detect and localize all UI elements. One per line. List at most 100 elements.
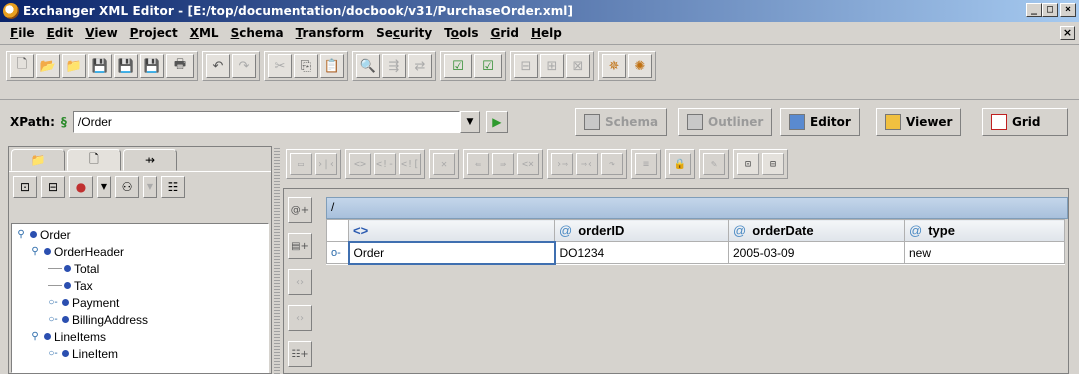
save-icon[interactable]: 💾	[88, 54, 112, 78]
save-all-icon[interactable]: 💾	[140, 54, 164, 78]
expanded-icon[interactable]: ⚲	[14, 229, 28, 240]
add-attribute-icon[interactable]: @+	[288, 197, 312, 223]
sort-icon[interactable]: ≡	[635, 153, 657, 175]
tree-node[interactable]: ○- BillingAddress	[12, 311, 268, 328]
properties-icon[interactable]: ☷	[161, 175, 185, 198]
collapsed-icon[interactable]: ○-	[46, 348, 60, 359]
insert-cdata-icon[interactable]: <![	[399, 153, 421, 175]
menu-file[interactable]: File	[4, 26, 41, 40]
menu-schema[interactable]: Schema	[225, 26, 290, 40]
menu-grid[interactable]: Grid	[485, 26, 525, 40]
expanded-icon[interactable]: ⚲	[28, 331, 42, 342]
editor-view-button[interactable]: Editor	[780, 108, 860, 136]
minimize-button[interactable]: _	[1026, 3, 1042, 17]
add-element-after-icon[interactable]: ‹›	[288, 305, 312, 331]
tree-node[interactable]: ⚲ Order	[12, 226, 268, 243]
lock-icon[interactable]: 🔒	[669, 153, 691, 175]
find-dropdown-icon[interactable]: ▼	[143, 175, 157, 198]
column-header-orderid[interactable]: @ orderID	[554, 219, 729, 242]
viewer-view-button[interactable]: Viewer	[876, 108, 962, 136]
grid-collapse-all-icon[interactable]: ⊟	[762, 153, 784, 175]
xpath-dropdown-arrow[interactable]: ▼	[459, 111, 480, 133]
column-header-type[interactable]: @ type	[904, 219, 1065, 242]
find-next-icon[interactable]: ⇶	[382, 54, 406, 78]
tree-node[interactable]: Total	[12, 260, 268, 277]
menu-transform[interactable]: Transform	[290, 26, 370, 40]
add-child-icon[interactable]: ☷+	[288, 341, 312, 367]
cell-orderid[interactable]: DO1234	[554, 241, 729, 264]
column-header-orderdate[interactable]: @ orderDate	[728, 219, 905, 242]
tree-node[interactable]: ○- LineItem	[12, 345, 268, 362]
print-icon[interactable]: 🖶	[166, 54, 194, 78]
expanded-icon[interactable]: ⚲	[28, 246, 42, 257]
replace-icon[interactable]: ⇄	[408, 54, 432, 78]
grid-view-button[interactable]: Grid	[982, 108, 1068, 136]
tab-navigator[interactable]: 🗋	[67, 149, 121, 171]
column-header-element[interactable]: <>	[348, 219, 555, 242]
find-icon[interactable]: 🔍	[356, 54, 380, 78]
new-file-icon[interactable]: 🗋	[10, 54, 34, 78]
find-element-icon[interactable]: ⚇	[115, 175, 139, 198]
shift-left-icon[interactable]: ⇒‹	[576, 153, 598, 175]
panel-splitter[interactable]	[274, 146, 280, 374]
expand-all-icon[interactable]: ⊡	[13, 175, 37, 198]
document-close-button[interactable]: ×	[1060, 26, 1075, 40]
check-wellformed-icon[interactable]: ☑	[444, 54, 472, 78]
xpath-go-button[interactable]: ▶	[485, 111, 508, 133]
insert-comment-icon[interactable]: <!-	[374, 153, 396, 175]
table-row[interactable]: o- Order DO1234 2005-03-09 new	[326, 240, 1065, 265]
maximize-button[interactable]: □	[1042, 3, 1058, 17]
menu-project[interactable]: Project	[124, 26, 184, 40]
tree-node[interactable]: ⚲ LineItems	[12, 328, 268, 345]
move-right-icon[interactable]: ⇛	[492, 153, 514, 175]
grid-move-icon[interactable]: ›|‹	[315, 153, 337, 175]
outliner-view-button[interactable]: Outliner	[678, 108, 773, 136]
collapse-icon[interactable]: ⊠	[566, 54, 590, 78]
grid-unwrap-icon[interactable]: ▭	[290, 153, 312, 175]
menu-xml[interactable]: XML	[184, 26, 225, 40]
tab-project[interactable]: 📁	[11, 149, 65, 171]
cell-orderdate[interactable]: 2005-03-09	[728, 241, 905, 264]
tree-node[interactable]: Tax	[12, 277, 268, 294]
filter-dropdown-icon[interactable]: ▼	[97, 175, 111, 198]
insert-element-icon[interactable]: <>	[349, 153, 371, 175]
tree-node[interactable]: ⚲ OrderHeader	[12, 243, 268, 260]
collapsed-icon[interactable]: ○-	[46, 297, 60, 308]
cut-icon[interactable]: ✂	[268, 54, 292, 78]
element-filter-icon[interactable]: ●	[69, 175, 93, 198]
edit-icon[interactable]: ✎	[703, 153, 725, 175]
add-element-before-icon[interactable]: ‹›	[288, 269, 312, 295]
indent-icon[interactable]: ⊞	[540, 54, 564, 78]
shift-right-icon[interactable]: ›⇒	[551, 153, 573, 175]
open-folder-icon[interactable]: 📂	[36, 54, 60, 78]
row-expand-icon[interactable]: o-	[326, 241, 349, 264]
undo-icon[interactable]: ↶	[206, 54, 230, 78]
schema-view-button[interactable]: Schema	[575, 108, 668, 136]
cell-element[interactable]: Order	[347, 240, 556, 265]
collapsed-icon[interactable]: ○-	[46, 314, 60, 325]
add-text-icon[interactable]: ▤+	[288, 233, 312, 259]
menu-help[interactable]: Help	[525, 26, 568, 40]
menu-security[interactable]: Security	[370, 26, 438, 40]
cell-type[interactable]: new	[904, 241, 1065, 264]
move-left-icon[interactable]: ⇚	[467, 153, 489, 175]
grid-expand-all-icon[interactable]: ⊡	[737, 153, 759, 175]
unwrap-icon[interactable]: <⨯	[517, 153, 539, 175]
validate-icon[interactable]: ☑	[474, 54, 502, 78]
open-remote-icon[interactable]: 📁	[62, 54, 86, 78]
tab-xpath[interactable]: ⇸	[123, 149, 177, 171]
tree-node[interactable]: ○- Payment	[12, 294, 268, 311]
xpath-input[interactable]: /Order	[72, 111, 460, 133]
collapse-all-icon[interactable]: ⊟	[41, 175, 65, 198]
redo-icon[interactable]: ↷	[232, 54, 256, 78]
menu-tools[interactable]: Tools	[438, 26, 484, 40]
menu-edit[interactable]: Edit	[41, 26, 80, 40]
execute-icon[interactable]: ✵	[602, 54, 626, 78]
save-as-icon[interactable]: 💾	[114, 54, 138, 78]
copy-icon[interactable]: ⎘	[294, 54, 318, 78]
close-button[interactable]: ×	[1060, 3, 1076, 17]
menu-view[interactable]: View	[79, 26, 123, 40]
rotate-icon[interactable]: ↷	[601, 153, 623, 175]
execute-previous-icon[interactable]: ✺	[628, 54, 652, 78]
format-icon[interactable]: ⊟	[514, 54, 538, 78]
